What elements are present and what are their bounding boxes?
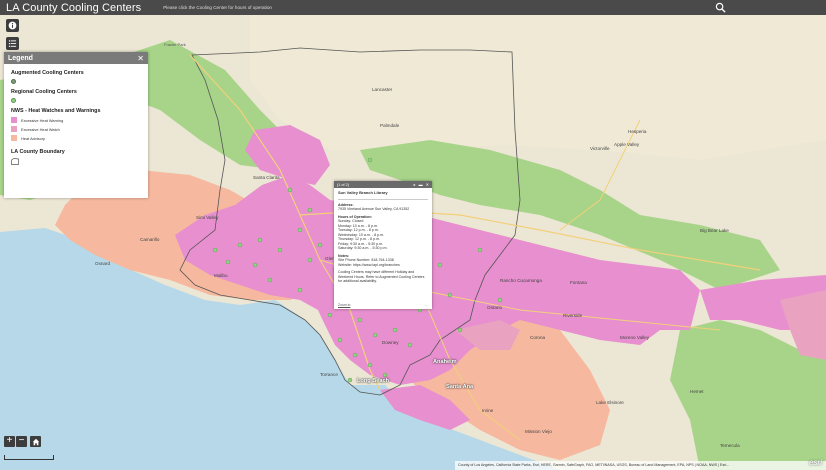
place-label: Hemet (690, 389, 704, 394)
info-button[interactable] (6, 19, 19, 32)
place-label: Anaheim (433, 359, 457, 365)
warning-swatch (11, 117, 17, 123)
close-icon[interactable]: ✕ (426, 182, 429, 187)
zoom-controls: + − (4, 436, 27, 447)
maximize-icon[interactable]: ▬ (419, 182, 423, 187)
legend-section-title: LA County Boundary (11, 149, 65, 155)
place-label: Big Bear Lake (700, 228, 729, 233)
place-label: Malibu (214, 273, 228, 278)
legend-panel: Legend ✕ Augmented Cooling Centers Regio… (4, 52, 148, 198)
place-label: Moreno Valley (620, 335, 650, 340)
legend-body: Augmented Cooling Centers Regional Cooli… (4, 64, 148, 169)
search-icon[interactable] (715, 2, 726, 13)
place-label: Santa Ana (446, 384, 474, 390)
next-icon[interactable]: ▸ (414, 182, 416, 187)
place-label: Hesperia (628, 129, 647, 134)
popup-header: (1 of 2) ▸ ▬ ✕ (334, 181, 432, 188)
zoom-out-button[interactable]: − (16, 436, 27, 447)
legend-item (11, 98, 141, 103)
popup-footer: Zoom to ... (338, 303, 428, 307)
close-icon[interactable]: ✕ (137, 54, 144, 63)
notes-line: Website: https://www.lapl.org/branches (338, 262, 400, 267)
place-label: Simi Valley (196, 215, 219, 220)
place-label: Riverside (563, 313, 583, 318)
address-value: 7935 Vineland Avenue Sun Valley, CA 9135… (338, 207, 410, 211)
place-label: Torrance (320, 372, 338, 377)
home-icon (32, 438, 39, 445)
place-label: Lancaster (372, 87, 393, 92)
place-label: Fontana (570, 280, 587, 285)
legend-title: Legend (8, 54, 33, 62)
place-label: Palmdale (380, 123, 400, 128)
legend-button[interactable] (6, 37, 19, 50)
divider (338, 198, 428, 200)
popup-counter: (1 of 2) (337, 182, 350, 187)
attribution: County of Los Angeles, California State … (455, 461, 826, 470)
legend-item (11, 79, 141, 84)
place-label: Frazier Park (164, 42, 186, 47)
watch-swatch (11, 126, 17, 132)
list-icon (8, 40, 17, 47)
legend-item-label: Heat Advisory (21, 135, 46, 141)
place-label: Temecula (720, 443, 740, 448)
legend-item: Excessive Heat Warning (11, 117, 141, 123)
place-label: Oxnard (95, 261, 111, 266)
place-label: Mission Viejo (525, 429, 552, 434)
legend-item: Excessive Heat Watch (11, 126, 141, 132)
place-label: Downey (382, 340, 399, 345)
place-label: Camarillo (140, 237, 160, 242)
place-label: Rancho Cucamonga (500, 278, 542, 283)
place-label: Santa Clarita (253, 175, 280, 180)
feature-popup: (1 of 2) ▸ ▬ ✕ Sun Valley Branch Library… (334, 181, 432, 309)
app-subtitle: Please click the Cooling Center for hour… (163, 5, 272, 10)
augmented-center-symbol (11, 79, 16, 84)
app-title: LA County Cooling Centers (6, 1, 142, 14)
place-label: Apple Valley (614, 142, 640, 147)
place-label: Corona (530, 335, 546, 340)
legend-section-title: Augmented Cooling Centers (11, 70, 84, 76)
legend-item: Heat Advisory (11, 135, 141, 141)
esri-logo: esri (809, 458, 822, 467)
place-label: Irvine (482, 408, 494, 413)
zoom-to-link[interactable]: Zoom to (338, 303, 350, 307)
place-label: Lake Elsinore (596, 400, 624, 405)
legend-item-label: Excessive Heat Warning (21, 117, 64, 123)
legend-item (11, 158, 141, 165)
regional-center-symbol (11, 98, 16, 103)
info-icon (8, 21, 17, 30)
legend-section-title: NWS - Heat Watches and Warnings (11, 108, 101, 114)
advisory-swatch (11, 135, 17, 141)
place-label: Victorville (590, 146, 610, 151)
app-header: LA County Cooling Centers Please click t… (0, 0, 826, 15)
popup-body: Sun Valley Branch Library Address: 7935 … (334, 188, 432, 287)
place-label: Ontario (487, 305, 503, 310)
zoom-in-button[interactable]: + (4, 436, 15, 447)
scale-bar (4, 455, 54, 460)
place-label: Long Beach (357, 378, 390, 384)
hours-line: Saturday: 9:30 a.m. - 5:30 p.m. (338, 246, 388, 250)
popup-disclaimer: Cooling Centers may have different Holid… (338, 270, 425, 283)
more-options-icon[interactable]: ... (425, 303, 428, 307)
boundary-outline-icon (11, 158, 19, 165)
legend-item-label: Excessive Heat Watch (21, 126, 60, 132)
legend-section-title: Regional Cooling Centers (11, 89, 77, 95)
popup-title: Sun Valley Branch Library (338, 190, 388, 195)
home-button[interactable] (30, 436, 41, 447)
legend-header: Legend ✕ (4, 52, 148, 64)
